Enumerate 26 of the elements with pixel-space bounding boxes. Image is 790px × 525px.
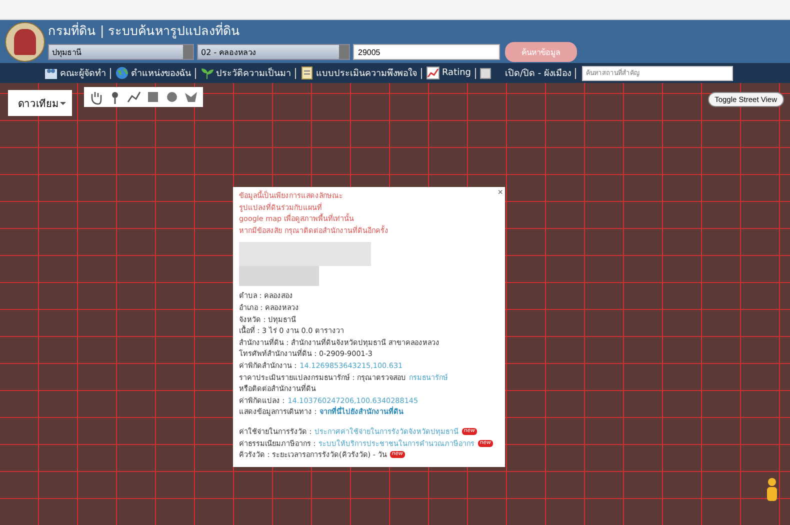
parcel-number-field[interactable]: 29005 (353, 44, 500, 60)
checkbox[interactable] (480, 68, 492, 78)
people-icon (44, 66, 58, 80)
dropdown-value: ปทุมธานี (52, 46, 81, 58)
dropdown-value: 02 - คลองหลวง (201, 46, 256, 58)
circle-icon[interactable] (164, 89, 180, 105)
checkbox-label[interactable]: เปิด/ปิด - ผังเมือง (505, 66, 572, 80)
pegman-icon[interactable] (764, 477, 780, 503)
chart-icon (426, 66, 440, 80)
menu-link[interactable]: Rating (442, 68, 472, 78)
rectangle-icon[interactable] (145, 89, 161, 105)
menu-link[interactable]: ตำแหน่งของฉัน (131, 66, 191, 80)
seal-logo-icon (5, 22, 45, 62)
line-icon[interactable] (126, 89, 142, 105)
clipboard-icon (300, 66, 314, 80)
close-button[interactable]: × (498, 187, 503, 197)
province-dropdown[interactable]: ปทุมธานี (48, 44, 194, 60)
menu-link[interactable]: ประวัติความเป็นมา (216, 66, 291, 80)
menu-link[interactable]: คณะผู้จัดทำ (60, 66, 106, 80)
site-title: กรมที่ดิน | ระบบค้นหารูปแปลงที่ดิน (48, 21, 242, 40)
district-dropdown[interactable]: 02 - คลองหลวง (197, 44, 350, 60)
menu-link[interactable]: แบบประเมินความพึงพอใจ (316, 66, 417, 80)
map-type-dropdown[interactable]: ดาวเทียม (8, 90, 72, 116)
globe-icon (115, 66, 129, 80)
polygon-icon[interactable] (183, 89, 199, 105)
sprout-icon (200, 66, 214, 80)
